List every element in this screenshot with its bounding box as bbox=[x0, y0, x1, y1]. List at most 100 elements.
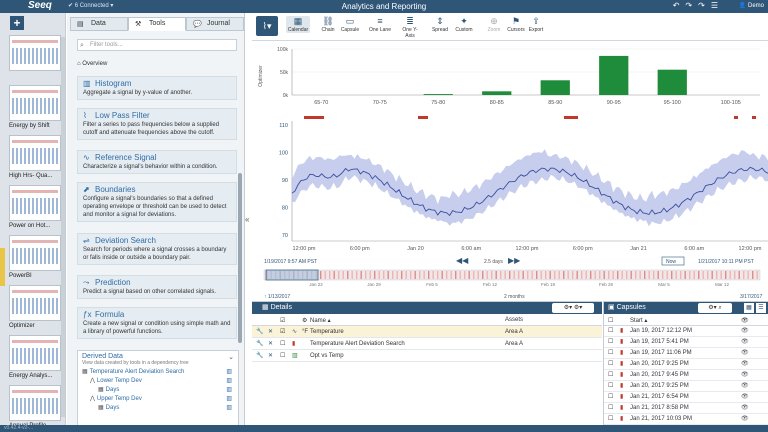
derived-tree-item[interactable]: ▦ Days ▥ bbox=[82, 404, 234, 413]
wrench-icon[interactable]: 🔧 bbox=[256, 338, 263, 350]
temperature-boundary-band[interactable] bbox=[292, 149, 768, 227]
capsule-checkbox[interactable]: ☐ bbox=[608, 392, 613, 403]
spread-button[interactable]: ⇕ Spread bbox=[428, 16, 452, 33]
custom-button[interactable]: ✦ Custom bbox=[452, 16, 476, 33]
capsule-row[interactable]: ☐ ▮ Jan 20, 2017 9:25 PM 👁 bbox=[604, 359, 768, 370]
overview-link[interactable]: ⌂ Overview bbox=[77, 61, 107, 67]
capsule-checkbox[interactable]: ☐ bbox=[608, 326, 613, 337]
start-column-header[interactable]: Start ▴ bbox=[630, 317, 647, 324]
tab-data[interactable]: ▤ Data bbox=[70, 17, 128, 31]
details-row[interactable]: 🔧 ✕ ☑ ∿ °F Temperature Area A bbox=[252, 326, 602, 338]
capsule-button[interactable]: ▭ Capsule bbox=[338, 16, 362, 33]
add-to-chart-icon[interactable]: ▥ bbox=[226, 404, 232, 413]
investigate-duration[interactable]: 2 months bbox=[504, 294, 525, 300]
histogram-bar[interactable] bbox=[423, 94, 453, 95]
capsules-tools[interactable]: ⚙▾ ⌕ bbox=[698, 303, 732, 313]
capsule-marker[interactable] bbox=[304, 116, 324, 119]
add-to-chart-icon[interactable]: ▥ bbox=[226, 395, 232, 404]
capsule-marker[interactable] bbox=[734, 116, 738, 119]
display-range-start[interactable]: 1/19/2017 9:57 AM PST bbox=[264, 259, 317, 265]
capsule-visibility-header[interactable]: 👁 bbox=[741, 317, 749, 324]
capsule-checkbox[interactable]: ☐ bbox=[608, 381, 613, 392]
capsule-checkbox[interactable]: ☐ bbox=[608, 348, 613, 359]
worksheet-item[interactable]: Annual Profile bbox=[9, 385, 61, 425]
eye-icon[interactable]: 👁 bbox=[741, 403, 749, 414]
capsule-checkbox[interactable]: ☐ bbox=[608, 414, 613, 425]
step-back-icon[interactable]: ◀◀ bbox=[456, 256, 469, 265]
worksheet-item[interactable]: Power on Hot... bbox=[9, 185, 61, 229]
tab-tools[interactable]: ⚒ Tools bbox=[128, 17, 186, 31]
eye-icon[interactable]: 👁 bbox=[741, 359, 749, 370]
row-checkbox[interactable]: ☐ bbox=[280, 338, 285, 350]
tool-reference-signal[interactable]: ∿ Reference Signal Characterize a signal's… bbox=[77, 150, 237, 174]
eye-icon[interactable]: 👁 bbox=[741, 370, 749, 381]
histogram-bar[interactable] bbox=[599, 55, 629, 95]
investigate-range-start[interactable]: ↑ 1/13/2017 bbox=[264, 294, 290, 300]
user-menu[interactable]: 👤 Demo bbox=[739, 2, 764, 9]
capsule-checkbox[interactable]: ☐ bbox=[608, 403, 613, 414]
capsule-checkbox[interactable]: ☐ bbox=[608, 370, 613, 381]
capsule-checkbox[interactable]: ☐ bbox=[608, 359, 613, 370]
redo-icon[interactable]: ↷ bbox=[685, 1, 698, 10]
step-forward-icon[interactable]: ▶▶ bbox=[508, 256, 521, 265]
capsule-row[interactable]: ☐ ▮ Jan 21, 2017 8:58 PM 👁 bbox=[604, 403, 768, 414]
tool-histogram[interactable]: ▥ Histogram Aggregate a signal by y-value … bbox=[77, 76, 237, 100]
name-column-header[interactable]: Name ▴ bbox=[310, 317, 331, 324]
histogram-bar[interactable] bbox=[540, 80, 570, 95]
histogram-bar[interactable] bbox=[657, 69, 687, 95]
chain-button[interactable]: ⛓ Chain bbox=[316, 16, 340, 33]
investigate-range-end[interactable]: 3/17/2017 bbox=[740, 294, 762, 300]
capsules-select-all[interactable]: ☐ bbox=[608, 317, 613, 324]
remove-icon[interactable]: ✕ bbox=[268, 326, 273, 338]
capsule-row[interactable]: ☐ ▮ Jan 20, 2017 9:45 PM 👁 bbox=[604, 370, 768, 381]
eye-icon[interactable]: 👁 bbox=[741, 381, 749, 392]
worksheet-item[interactable]: PowerBI bbox=[9, 235, 61, 279]
wrench-icon[interactable]: 🔧 bbox=[256, 350, 263, 362]
add-to-chart-icon[interactable]: ▥ bbox=[226, 368, 232, 377]
tool-low-pass-filter[interactable]: ⌇ Low Pass Filter Filter a series to pass … bbox=[77, 108, 237, 140]
columns-menu-icon[interactable]: ⚙ bbox=[302, 317, 307, 324]
capsule-checkbox[interactable]: ☐ bbox=[608, 337, 613, 348]
collapse-panel-icon[interactable]: « bbox=[245, 215, 249, 224]
tool-deviation-search[interactable]: ⇌ Deviation Search Search for periods wher… bbox=[77, 233, 237, 265]
worksheet-item[interactable]: Energy Analys... bbox=[9, 335, 61, 379]
trend-chart[interactable]: Optimizer 100k 50k 0k 65-70 70-75 75-80 80-85 85… bbox=[252, 41, 768, 301]
redo2-icon[interactable]: ↷ bbox=[698, 1, 711, 10]
calendar-button[interactable]: ▦ Calendar bbox=[286, 16, 310, 33]
worksheet-item[interactable]: High Hrs- Qua... bbox=[9, 135, 61, 179]
eye-icon[interactable]: 👁 bbox=[741, 348, 749, 359]
tab-journal[interactable]: 💬 Journal bbox=[186, 17, 244, 31]
view-selector-button[interactable]: ⌇▾ bbox=[256, 16, 278, 36]
worksheet-item[interactable] bbox=[9, 35, 61, 73]
details-row[interactable]: 🔧 ✕ ☐ ▮ Temperature Alert Deviation Search Ar… bbox=[252, 338, 602, 350]
eye-icon[interactable]: 👁 bbox=[741, 337, 749, 348]
display-duration[interactable]: 2.5 days bbox=[484, 259, 503, 265]
capsule-marker[interactable] bbox=[418, 116, 428, 119]
assets-column-header[interactable]: Assets bbox=[505, 317, 523, 323]
tool-prediction[interactable]: ⤳ Prediction Predict a signal based on oth… bbox=[77, 275, 237, 299]
eye-icon[interactable]: 👁 bbox=[741, 392, 749, 403]
one-y-axis-button[interactable]: ≣ One Y-Axis bbox=[398, 16, 422, 39]
worksheet-item[interactable]: Optimizer bbox=[9, 285, 61, 329]
overview-selection-window[interactable] bbox=[265, 269, 319, 281]
capsule-row[interactable]: ☐ ▮ Jan 21, 2017 10:03 PM 👁 bbox=[604, 414, 768, 425]
filter-tools-input[interactable]: ⌕ Filter tools... bbox=[77, 39, 237, 51]
remove-icon[interactable]: ✕ bbox=[268, 338, 273, 350]
tool-boundaries[interactable]: ⬈ Boundaries Configure a signal's boundari… bbox=[77, 182, 237, 222]
add-to-chart-icon[interactable]: ▥ bbox=[226, 386, 232, 395]
tool-formula[interactable]: ƒx Formula Create a new signal or conditio… bbox=[77, 307, 237, 339]
capsules-grid-icon[interactable]: ▦ bbox=[744, 303, 754, 313]
eye-icon[interactable]: 👁 bbox=[741, 326, 749, 337]
worksheet-item[interactable]: Energy by Shift bbox=[9, 85, 61, 129]
collapse-derived-icon[interactable]: ⌄ bbox=[228, 353, 234, 361]
capsule-row[interactable]: ☐ ▮ Jan 19, 2017 11:06 PM 👁 bbox=[604, 348, 768, 359]
wrench-icon[interactable]: 🔧 bbox=[256, 326, 263, 338]
capsule-row[interactable]: ☐ ▮ Jan 20, 2017 9:25 PM 👁 bbox=[604, 381, 768, 392]
select-all-checkbox[interactable]: ☑ bbox=[280, 317, 285, 324]
undo-icon[interactable]: ↶ bbox=[673, 1, 686, 10]
details-row[interactable]: 🔧 ✕ ☐ ▥ Opt vs Temp bbox=[252, 350, 602, 362]
histogram-bar[interactable] bbox=[482, 91, 512, 95]
capsules-list-icon[interactable]: ☰ bbox=[756, 303, 766, 313]
capsule-row[interactable]: ☐ ▮ Jan 19, 2017 5:41 PM 👁 bbox=[604, 337, 768, 348]
details-tools[interactable]: ⚙▾ ⚙▾ bbox=[552, 303, 594, 313]
